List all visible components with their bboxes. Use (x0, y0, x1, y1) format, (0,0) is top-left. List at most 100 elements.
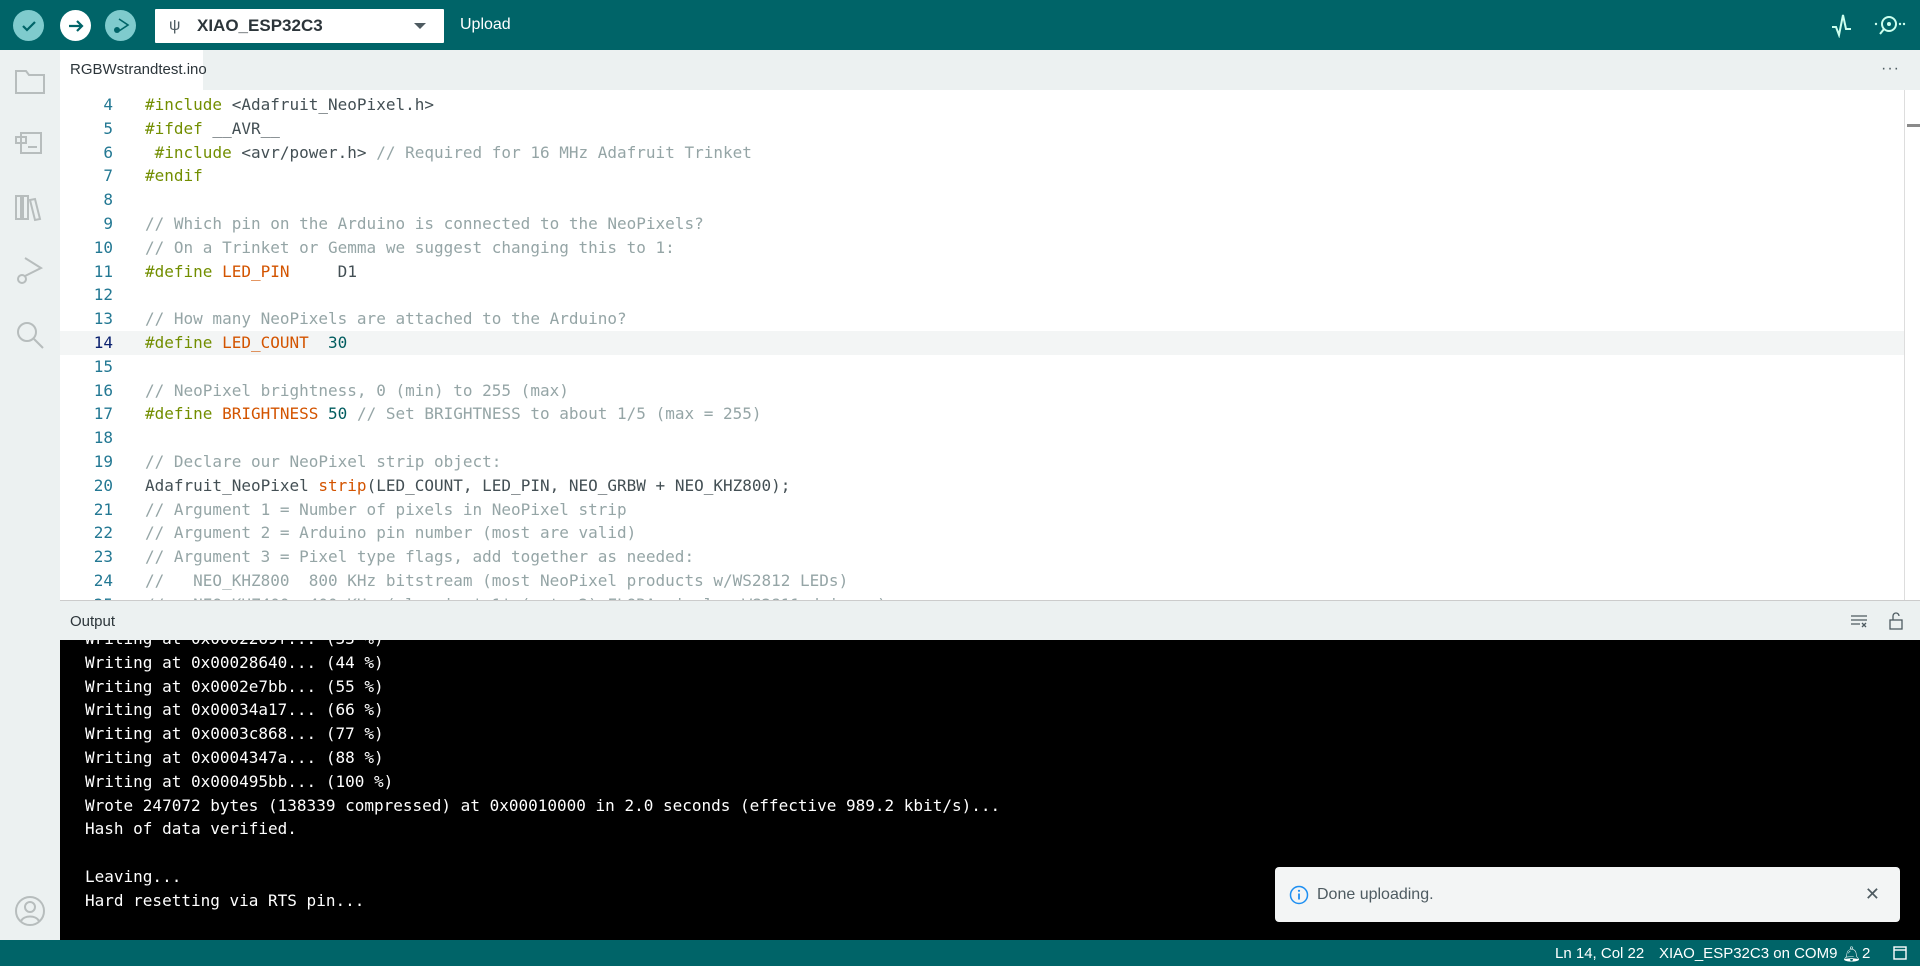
code-line[interactable]: 4 #include <Adafruit_NeoPixel.h> (60, 93, 1904, 117)
usb-icon: ψ (169, 17, 181, 34)
upload-tooltip: Upload (460, 16, 511, 33)
output-header: Output (60, 600, 1920, 640)
code-text: #define LED_COUNT 30 (145, 333, 348, 352)
code-text: // NEO_KHZ400 400 KHz (classic 'v1' (not… (145, 593, 887, 600)
library-icon[interactable] (13, 190, 47, 224)
code-editor[interactable]: 4 #include <Adafruit_NeoPixel.h> 5 #ifdef _… (60, 90, 1904, 600)
notification-toast: Done uploading. ✕ (1275, 867, 1900, 922)
debug-icon[interactable] (13, 254, 47, 288)
line-number: 19 (93, 452, 113, 471)
code-line[interactable]: 11 #define LED_PIN D1 (60, 260, 1904, 284)
line-number: 24 (93, 571, 113, 590)
code-line[interactable]: 12 (60, 283, 1904, 307)
line-number: 11 (93, 261, 113, 281)
code-line[interactable]: 18 (60, 426, 1904, 450)
line-number: 16 (93, 380, 113, 400)
line-number: 7 (103, 166, 113, 186)
line-number: 21 (93, 499, 113, 519)
more-options-icon[interactable]: ··· (1881, 60, 1900, 78)
code-text: #define BRIGHTNESS 50 // Set BRIGHTNESS … (145, 404, 762, 424)
debug-play-icon (113, 17, 129, 33)
code-text: #endif (145, 166, 203, 186)
code-line[interactable]: 19 // Declare our NeoPixel strip object: (60, 450, 1904, 474)
code-line[interactable]: 6 #include <avr/power.h> // Required for… (60, 141, 1904, 165)
cursor-position: Ln 14, Col 22 (1555, 945, 1645, 962)
board-selector[interactable]: ψ XIAO_ESP32C3 (155, 9, 444, 43)
output-line: Hard resetting via RTS pin... (85, 890, 365, 910)
arrow-right-icon (68, 19, 84, 32)
info-icon (1289, 885, 1309, 904)
code-text: #define LED_PIN D1 (145, 261, 357, 281)
bell-icon[interactable]: 🔔︎ (1842, 945, 1861, 963)
tab-rgbwstrandtest[interactable]: RGBWstrandtest.ino (60, 50, 207, 90)
line-number: 6 (103, 142, 113, 162)
code-text: // Argument 2 = Arduino pin number (most… (145, 523, 637, 543)
board-port[interactable]: XIAO_ESP32C3 on COM9 (1659, 945, 1837, 962)
code-line[interactable]: 13 // How many NeoPixels are attached to … (60, 307, 1904, 331)
code-text: // Argument 1 = Number of pixels in NeoP… (145, 499, 627, 519)
line-number: 4 (103, 95, 113, 114)
serial-monitor-icon[interactable] (1872, 12, 1906, 38)
board-icon[interactable] (13, 126, 47, 160)
output-line: Writing at 0x000495bb... (100 %) (85, 771, 394, 791)
output-line: Writing at 0x00028640... (44 %) (85, 652, 384, 672)
profile-icon[interactable] (13, 894, 47, 928)
line-number: 10 (93, 237, 113, 257)
output-line: Writing at 0x0002269f... (33 %) (85, 640, 384, 651)
output-line: Hash of data verified. (85, 819, 297, 839)
line-number: 17 (93, 404, 113, 424)
editor-scrollbar[interactable] (1904, 90, 1920, 600)
line-number: 22 (93, 523, 113, 543)
code-line[interactable]: 22 // Argument 2 = Arduino pin number (mo… (60, 521, 1904, 545)
upload-button[interactable] (60, 10, 91, 41)
toolbar: ψ XIAO_ESP32C3 Upload (0, 0, 1920, 50)
code-text: // Declare our NeoPixel strip object: (145, 452, 502, 471)
debug-button[interactable] (105, 10, 136, 41)
code-line[interactable]: 9 // Which pin on the Arduino is connecte… (60, 212, 1904, 236)
code-line[interactable]: 23 // Argument 3 = Pixel type flags, add … (60, 545, 1904, 569)
line-number: 8 (103, 190, 113, 210)
line-number: 23 (93, 547, 113, 567)
code-text: // How many NeoPixels are attached to th… (145, 309, 627, 329)
code-line[interactable]: 7 #endif (60, 164, 1904, 188)
tab-bar: RGBWstrandtest.ino ··· (60, 50, 1920, 90)
code-line[interactable]: 10 // On a Trinket or Gemma we suggest ch… (60, 236, 1904, 260)
line-number: 13 (93, 309, 113, 329)
serial-plotter-icon[interactable] (1830, 12, 1856, 38)
chevron-down-icon (414, 23, 426, 29)
clear-output-icon[interactable] (1850, 614, 1868, 628)
code-text: #include <Adafruit_NeoPixel.h> (145, 95, 434, 114)
toast-message: Done uploading. (1317, 885, 1434, 903)
code-line[interactable]: 5 #ifdef __AVR__ (60, 117, 1904, 141)
line-number: 5 (103, 118, 113, 138)
code-line[interactable]: 21 // Argument 1 = Number of pixels in Ne… (60, 498, 1904, 522)
code-text: // NEO_KHZ800 800 KHz bitstream (most Ne… (145, 571, 849, 590)
output-line: Writing at 0x00034a17... (66 %) (85, 700, 384, 720)
code-line[interactable]: 14 #define LED_COUNT 30 (60, 331, 1904, 355)
code-line[interactable]: 20 Adafruit_NeoPixel strip(LED_COUNT, LED… (60, 474, 1904, 498)
code-line[interactable]: 25 // NEO_KHZ400 400 KHz (classic 'v1' (n… (60, 593, 1904, 600)
code-text: Adafruit_NeoPixel strip(LED_COUNT, LED_P… (145, 475, 791, 495)
code-text: #ifdef __AVR__ (145, 118, 280, 138)
folder-icon[interactable] (13, 65, 47, 99)
code-line[interactable]: 17 #define BRIGHTNESS 50 // Set BRIGHTNES… (60, 402, 1904, 426)
output-line: Writing at 0x0003c868... (77 %) (85, 724, 384, 744)
code-text: // Argument 3 = Pixel type flags, add to… (145, 547, 695, 567)
verify-button[interactable] (13, 10, 44, 41)
status-bar: Ln 14, Col 22 XIAO_ESP32C3 on COM9 🔔︎ 2 (0, 940, 1920, 966)
search-icon[interactable] (13, 318, 47, 352)
notification-count: 2 (1862, 945, 1871, 962)
code-line[interactable]: 24 // NEO_KHZ800 800 KHz bitstream (most … (60, 569, 1904, 593)
scroll-lock-icon[interactable] (1888, 612, 1904, 630)
code-line[interactable]: 16 // NeoPixel brightness, 0 (min) to 255… (60, 379, 1904, 403)
output-line: Wrote 247072 bytes (138339 compressed) a… (85, 795, 1001, 815)
panel-toggle-icon[interactable] (1893, 946, 1907, 960)
code-text: #include <avr/power.h> // Required for 1… (154, 142, 752, 162)
line-number: 14 (93, 333, 113, 352)
code-line[interactable]: 8 (60, 188, 1904, 212)
code-line[interactable]: 15 (60, 355, 1904, 379)
code-text: // On a Trinket or Gemma we suggest chan… (145, 237, 675, 257)
output-line: Leaving... (85, 867, 182, 886)
sidebar (0, 50, 60, 940)
close-icon[interactable]: ✕ (1865, 884, 1880, 905)
